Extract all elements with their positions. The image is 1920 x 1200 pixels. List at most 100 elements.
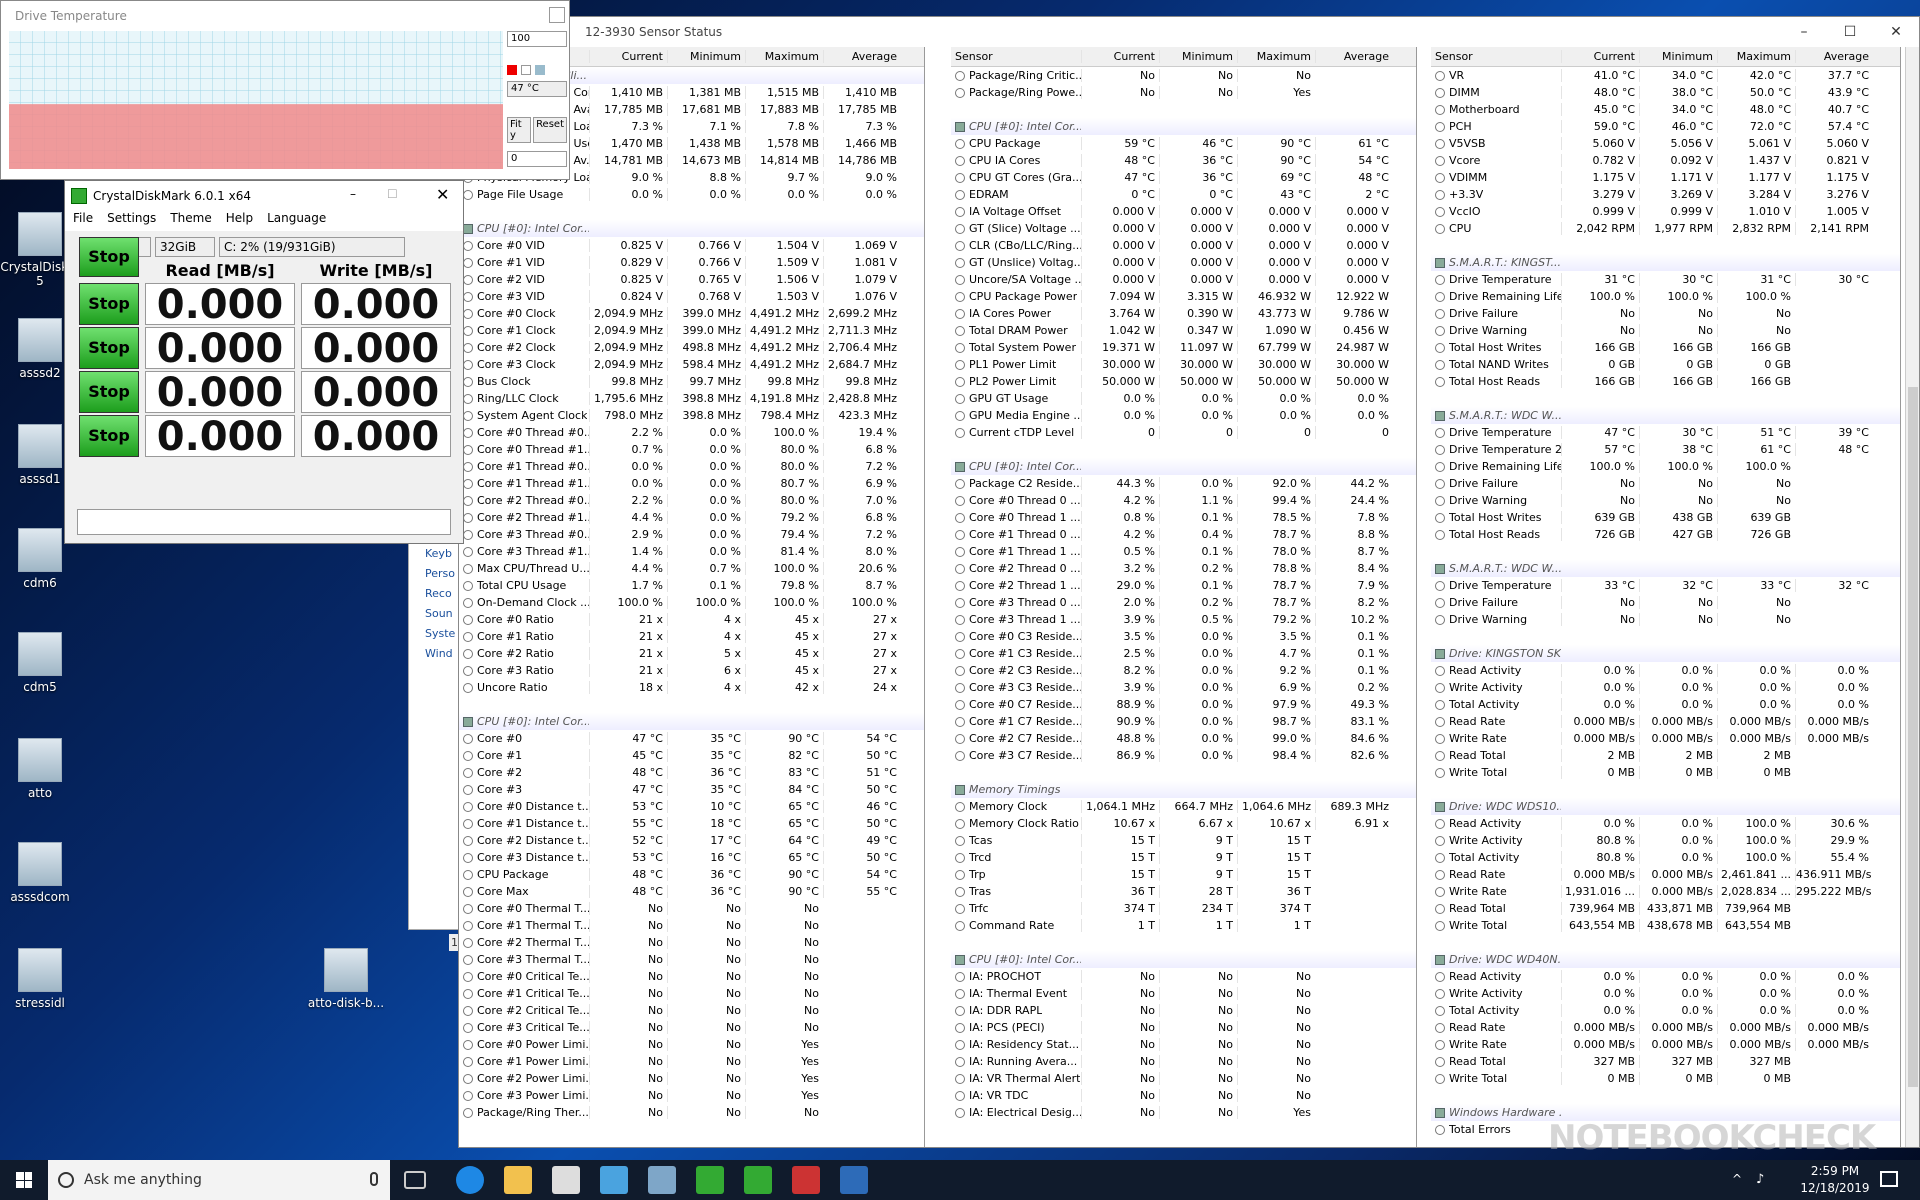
sensor-row[interactable]: Write Rate 0.000 MB/s 0.000 MB/s 0.000 MB/s… xyxy=(1431,1036,1900,1053)
sensor-row[interactable]: Total Host Reads 726 GB 427 GB 726 GB xyxy=(1431,526,1900,543)
volume-icon[interactable]: ♪ xyxy=(1756,1172,1764,1187)
sensor-row[interactable]: Core #3 Thread #1... 1.4 % 0.0 % 81.4 % 8.0 … xyxy=(459,543,924,560)
sensor-row[interactable]: Uncore Ratio 18 x4 x 42 x 24 x xyxy=(459,679,924,696)
maximize-icon[interactable]: ☐ xyxy=(387,187,398,201)
sensor-row[interactable]: Core #3 Thermal T... No No No xyxy=(459,951,924,968)
sensor-panel-2[interactable]: Sensor Current Minimum Maximum Average Packag… xyxy=(951,47,1417,1147)
sensor-row[interactable]: Drive Failure No No No xyxy=(1431,594,1900,611)
sensor-row[interactable]: Core #3 Power Limi... No No Yes xyxy=(459,1087,924,1104)
sensor-group-header[interactable]: Memory Timings xyxy=(951,781,1416,798)
sensor-row[interactable]: CLR (CBo/LLC/Ring... 0.000 V 0.000 V 0.000 … xyxy=(951,237,1416,254)
sensor-row[interactable]: Total NAND Writes 0 GB 0 GB 0 GB xyxy=(1431,356,1900,373)
sensor-row[interactable]: Total System Power 19.371 W 11.097 W 67.799… xyxy=(951,339,1416,356)
sensor-row[interactable]: Ring/LLC Clock 1,795.6 MHz 398.8 MHz 4,191.… xyxy=(459,390,924,407)
sensor-row[interactable]: Core #0 VID 0.825 V 0.766 V 1.504 V 1.069 V xyxy=(459,237,924,254)
sensor-row[interactable]: Core #0 Ratio 21 x4 x 45 x 27 x xyxy=(459,611,924,628)
sensor-row[interactable]: On-Demand Clock ... 100.0 % 100.0 % 100.0 %… xyxy=(459,594,924,611)
control-panel-icon[interactable] xyxy=(600,1166,628,1194)
sensor-row[interactable]: Total Activity 0.0 % 0.0 % 0.0 % 0.0 % xyxy=(1431,1002,1900,1019)
app-icon-1[interactable] xyxy=(648,1166,676,1194)
sensor-row[interactable]: Package/Ring Powe... No No Yes xyxy=(951,84,1416,101)
sensor-row[interactable]: Read Rate 0.000 MB/s 0.000 MB/s 0.000 MB/s 0… xyxy=(1431,1019,1900,1036)
sensor-panel-3[interactable]: Sensor Current Minimum Maximum Average VR 41.0… xyxy=(1431,47,1901,1147)
app-icon-2[interactable] xyxy=(792,1166,820,1194)
sensor-group-header[interactable]: CPU [#0]: Intel Cor... xyxy=(459,713,924,730)
sensor-row[interactable]: IA Voltage Offset 0.000 V 0.000 V 0.000 V 0.… xyxy=(951,203,1416,220)
sensor-row[interactable]: Core #0 Thread #0... 2.2 % 0.0 % 100.0 % 19.… xyxy=(459,424,924,441)
drive-temperature-window[interactable]: Drive Temperature 100 47 °C Fit y Reset … xyxy=(0,0,570,180)
sensor-row[interactable]: Drive Remaining Life 100.0 % 100.0 % 100.0 … xyxy=(1431,458,1900,475)
sensor-row[interactable]: Core #3 Clock 2,094.9 MHz 598.4 MHz 4,491.2… xyxy=(459,356,924,373)
sensor-row[interactable]: GT (Slice) Voltage ... 0.000 V 0.000 V 0.00… xyxy=(951,220,1416,237)
blue-swatch-icon[interactable] xyxy=(535,65,545,75)
sensor-row[interactable]: Core #3 C3 Reside... 3.9 % 0.0 % 6.9 % 0.2 % xyxy=(951,679,1416,696)
sensor-row[interactable]: Drive Temperature 31 °C 30 °C 31 °C 30 °C xyxy=(1431,271,1900,288)
sensor-row[interactable]: Motherboard 45.0 °C 34.0 °C 48.0 °C 40.7 °C xyxy=(1431,101,1900,118)
stop-button[interactable]: Stop xyxy=(79,415,139,457)
sensor-column-header[interactable]: Sensor xyxy=(1431,50,1561,63)
sensor-row[interactable]: Memory Clock Ratio 10.67 x 6.67 x 10.67 x 6.… xyxy=(951,815,1416,832)
sensor-row[interactable]: Tcas 15 T9 T 15 T xyxy=(951,832,1416,849)
desktop-icon-stressidl[interactable]: stressidl xyxy=(0,948,80,1010)
sensor-row[interactable]: Trfc 374 T 234 T 374 T xyxy=(951,900,1416,917)
crystaldiskmark-window[interactable]: CrystalDiskMark 6.0.1 x64 – ☐ ✕ File Sett… xyxy=(64,180,464,544)
sensor-row[interactable]: Core #1 Thread #1... 0.0 % 0.0 % 80.7 % 6.9 … xyxy=(459,475,924,492)
notification-icon[interactable] xyxy=(1880,1171,1898,1187)
sensor-row[interactable]: Drive Temperature 33 °C 32 °C 33 °C 32 °C xyxy=(1431,577,1900,594)
sensor-row[interactable]: V5VSB 5.060 V 5.056 V 5.061 V 5.060 V xyxy=(1431,135,1900,152)
sensor-row[interactable]: Trp 15 T9 T 15 T xyxy=(951,866,1416,883)
background-window[interactable]: KeybPersoRecoSounSysteWind 18 it xyxy=(408,520,489,951)
sensor-row[interactable]: IA: VR TDC No No No xyxy=(951,1087,1416,1104)
sensor-row[interactable]: Core #2 Ratio 21 x5 x 45 x 27 x xyxy=(459,645,924,662)
sensor-row[interactable]: Drive Warning No No No xyxy=(1431,492,1900,509)
sensor-row[interactable]: GT (Unslice) Voltag... 0.000 V 0.000 V 0.00… xyxy=(951,254,1416,271)
column-header[interactable]: Average xyxy=(823,50,901,63)
settings-item[interactable]: Perso xyxy=(409,567,459,587)
sensor-group-header[interactable]: S.M.A.R.T.: WDC W... xyxy=(1431,407,1900,424)
sensor-row[interactable]: Core #3 VID 0.824 V 0.768 V 1.503 V 1.076 V xyxy=(459,288,924,305)
menu-file[interactable]: File xyxy=(73,211,93,231)
sensor-row[interactable]: PCH 59.0 °C 46.0 °C 72.0 °C 57.4 °C xyxy=(1431,118,1900,135)
sensor-row[interactable]: Total Host Writes 166 GB 166 GB 166 GB xyxy=(1431,339,1900,356)
sensor-row[interactable]: Core #1 VID 0.829 V 0.766 V 1.509 V 1.081 V xyxy=(459,254,924,271)
sensor-row[interactable]: Write Total 0 MB 0 MB 0 MB xyxy=(1431,1070,1900,1087)
sensor-row[interactable]: Package C2 Reside... 44.3 % 0.0 % 92.0 % 44.… xyxy=(951,475,1416,492)
sensor-row[interactable]: CPU Package Power 7.094 W 3.315 W 46.932 W1… xyxy=(951,288,1416,305)
sensor-row[interactable]: Read Total 739,964 MB 433,871 MB 739,964 MB xyxy=(1431,900,1900,917)
sensor-row[interactable]: Read Rate 0.000 MB/s 0.000 MB/s 2,461.841 .… xyxy=(1431,866,1900,883)
sensor-row[interactable]: Drive Warning No No No xyxy=(1431,611,1900,628)
sensor-row[interactable]: Read Rate 0.000 MB/s 0.000 MB/s 0.000 MB/s 0… xyxy=(1431,713,1900,730)
search-box[interactable]: Ask me anything xyxy=(48,1160,390,1200)
sensor-row[interactable]: Core #0 Power Limi... No No Yes xyxy=(459,1036,924,1053)
crystaldiskmark-taskbar-icon[interactable] xyxy=(696,1166,724,1194)
sensor-row[interactable]: Write Total 0 MB 0 MB 0 MB xyxy=(1431,764,1900,781)
sensor-row[interactable]: Core #1 Critical Te... No No No xyxy=(459,985,924,1002)
sensor-row[interactable]: Core #0 Thread #1... 0.7 % 0.0 % 80.0 % 6.8 … xyxy=(459,441,924,458)
sensor-row[interactable]: Core #1 Ratio 21 x4 x 45 x 27 x xyxy=(459,628,924,645)
sensor-group-header[interactable]: CPU [#0]: Intel Cor... xyxy=(951,118,1416,135)
sensor-row[interactable]: Read Activity 0.0 % 0.0 % 0.0 % 0.0 % xyxy=(1431,662,1900,679)
sensor-row[interactable]: Total DRAM Power 1.042 W 0.347 W 1.090 W 0.4… xyxy=(951,322,1416,339)
sensor-row[interactable]: Core #2 VID 0.825 V 0.765 V 1.506 V 1.079 V xyxy=(459,271,924,288)
file-explorer-icon[interactable] xyxy=(504,1166,532,1194)
menu-help[interactable]: Help xyxy=(226,211,253,231)
sensor-row[interactable]: Core #0 Clock 2,094.9 MHz 399.0 MHz 4,491.2… xyxy=(459,305,924,322)
sensor-row[interactable]: IA: Running Avera... No No No xyxy=(951,1053,1416,1070)
sensor-group-header[interactable]: CPU [#0]: Intel Cor... xyxy=(459,220,924,237)
sensor-row[interactable]: Write Activity 80.8 % 0.0 % 100.0 % 29.9 % xyxy=(1431,832,1900,849)
close-icon[interactable] xyxy=(549,7,565,23)
stop-button[interactable]: Stop xyxy=(79,283,139,325)
sensor-row[interactable]: Core Max 48 °C 36 °C 90 °C 55 °C xyxy=(459,883,924,900)
scrollbar[interactable] xyxy=(1905,47,1919,1147)
sensor-row[interactable]: Total Activity 0.0 % 0.0 % 0.0 % 0.0 % xyxy=(1431,696,1900,713)
sensor-row[interactable]: Write Rate 1,931.016 ... 0.000 MB/s 2,028.8… xyxy=(1431,883,1900,900)
settings-item[interactable]: Wind xyxy=(409,647,459,667)
sensor-row[interactable]: Read Activity 0.0 % 0.0 % 0.0 % 0.0 % xyxy=(1431,968,1900,985)
sensor-row[interactable]: +3.3V 3.279 V 3.269 V 3.284 V 3.276 V xyxy=(1431,186,1900,203)
sensor-row[interactable]: Core #1 Thermal T... No No No xyxy=(459,917,924,934)
sensor-row[interactable]: Core #0 Thread 1 ... 0.8 % 0.1 % 78.5 % 7.8 … xyxy=(951,509,1416,526)
size-select[interactable]: 32GiB xyxy=(155,237,215,257)
sensor-group-header[interactable]: Drive: KINGSTON SK... xyxy=(1431,645,1900,662)
column-header[interactable]: Maximum xyxy=(1717,50,1795,63)
task-view-icon[interactable] xyxy=(404,1171,426,1189)
